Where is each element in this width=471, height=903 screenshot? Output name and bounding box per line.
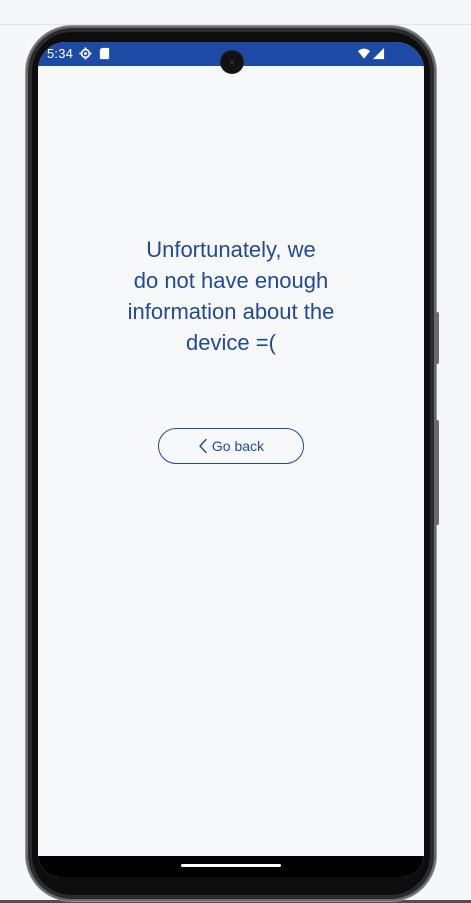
go-back-button[interactable]: Go back <box>158 428 304 464</box>
gear-icon <box>79 47 92 60</box>
home-indicator[interactable] <box>181 864 281 867</box>
device-screen: 5:34 Unfortunately, we do not have enoug… <box>38 42 424 877</box>
go-back-label: Go back <box>211 438 265 454</box>
front-camera <box>221 51 243 73</box>
no-information-message: Unfortunately, we do not have enough inf… <box>127 237 335 355</box>
wifi-icon <box>357 48 371 59</box>
top-divider <box>0 24 471 25</box>
camera-lens <box>230 60 234 64</box>
power-button <box>435 312 439 364</box>
sim-card-icon <box>99 47 110 60</box>
navigation-bar <box>38 856 424 877</box>
volume-rocker <box>435 420 439 525</box>
status-time: 5:34 <box>47 46 74 61</box>
chevron-left-icon <box>199 438 207 454</box>
cell-signal-icon <box>372 47 385 60</box>
